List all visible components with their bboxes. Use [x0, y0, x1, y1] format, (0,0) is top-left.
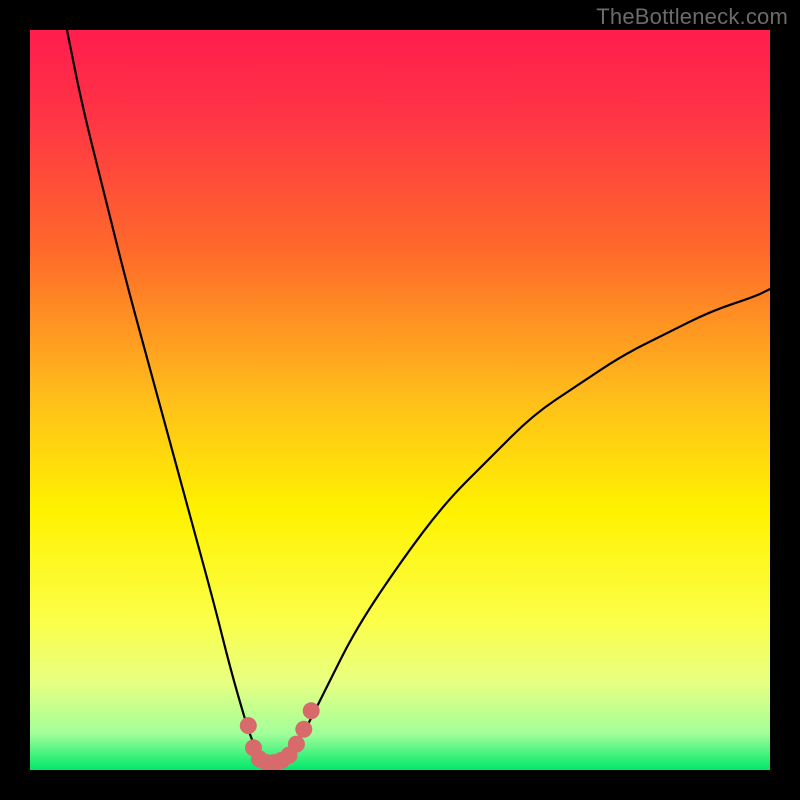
chart-frame: TheBottleneck.com	[0, 0, 800, 800]
marker-dot	[288, 736, 305, 753]
marker-dot	[295, 721, 312, 738]
watermark-text: TheBottleneck.com	[596, 4, 788, 30]
bottleneck-curve	[67, 30, 770, 763]
marker-dot	[303, 702, 320, 719]
marker-dot	[240, 717, 257, 734]
plot-area	[30, 30, 770, 770]
curve-layer	[30, 30, 770, 770]
